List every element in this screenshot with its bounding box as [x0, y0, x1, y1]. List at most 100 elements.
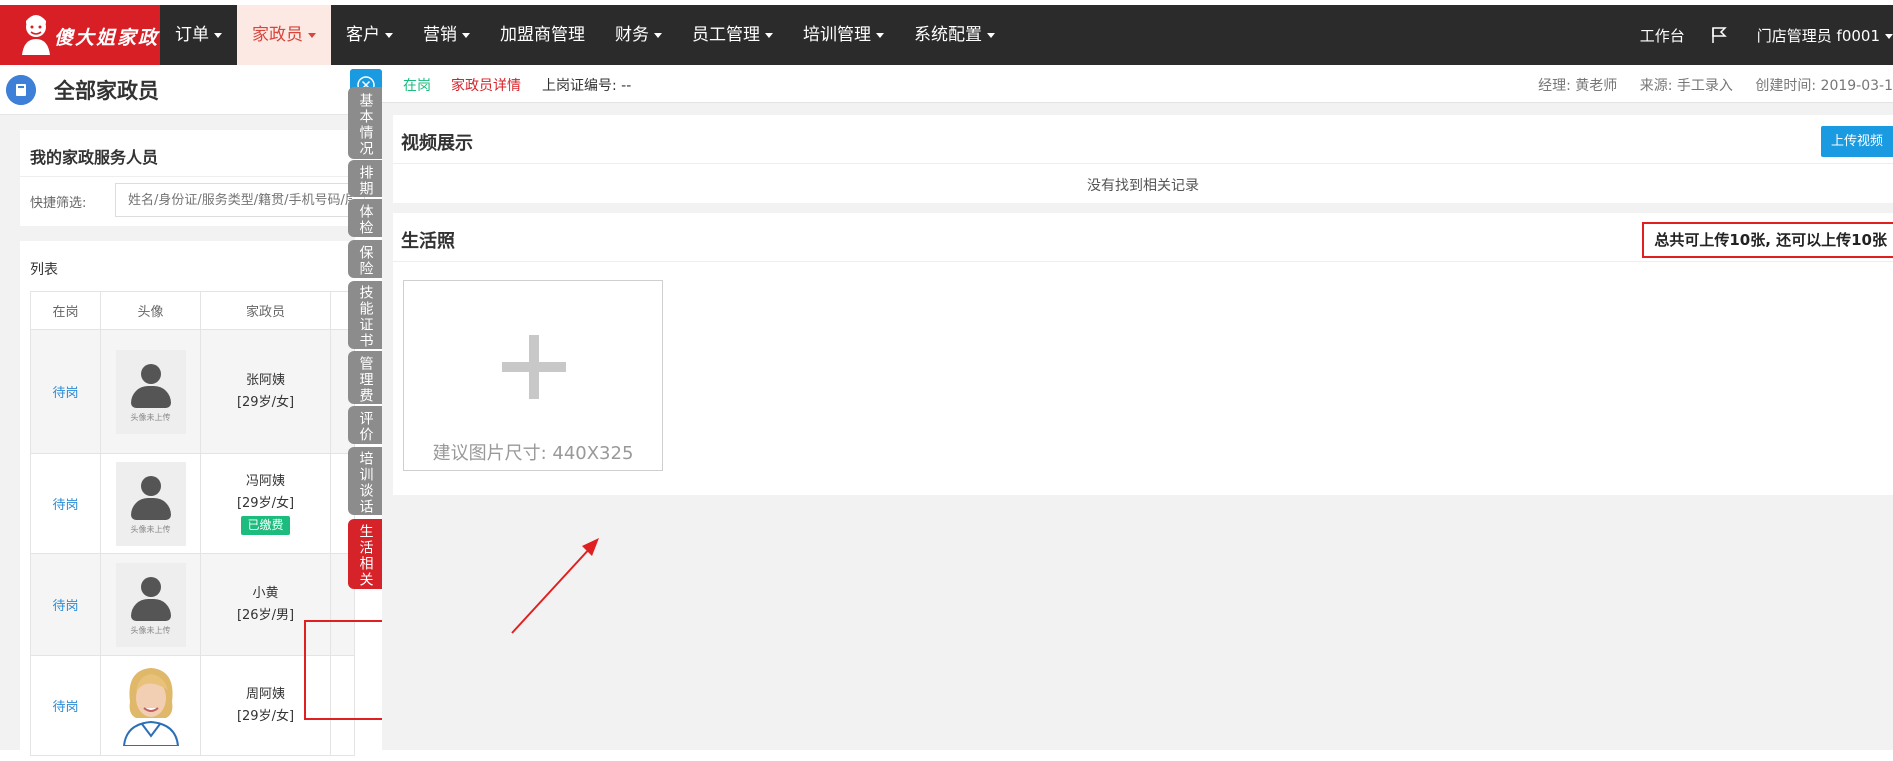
nav-item-label: 加盟商管理 — [500, 25, 585, 45]
upload-size-hint: 建议图片尺寸: 440X325 — [432, 443, 634, 464]
user-icon-body — [130, 385, 171, 408]
video-section: 视频展示 上传视频 没有找到相关记录 — [393, 115, 1893, 203]
divider — [20, 176, 355, 177]
photo-upload-box[interactable]: 建议图片尺寸: 440X325 — [403, 280, 663, 471]
chevron-down-icon — [876, 32, 884, 38]
chevron-down-icon — [214, 32, 222, 38]
staff-info: [29岁/女] — [236, 394, 295, 410]
table-row[interactable]: 待岗头像未上传 张阿姨 [29岁/女] — [30, 329, 355, 454]
column-header-status[interactable]: 在岗 — [30, 291, 101, 330]
user-icon-body — [130, 598, 171, 621]
detail-panel: 在岗 家政员详情 上岗证编号: -- 经理: 黄老师 来源: 手工录入 创建时间… — [382, 65, 1893, 750]
avatar-cell — [100, 655, 201, 756]
status-cell[interactable]: 待岗 — [30, 553, 101, 656]
avatar: 头像未上传 — [115, 349, 186, 434]
upload-video-button[interactable]: 上传视频 — [1821, 126, 1893, 157]
filter-label: 快捷筛选: — [30, 196, 87, 211]
column-header-name[interactable]: 家政员 — [200, 291, 331, 330]
tab-6[interactable]: 管理费 — [348, 351, 382, 404]
status-badge: 在岗 — [403, 78, 431, 94]
user-icon — [140, 475, 161, 496]
avatar-placeholder-text: 头像未上传 — [130, 412, 171, 422]
status-cell[interactable]: 待岗 — [30, 329, 101, 454]
chevron-down-icon — [654, 32, 662, 38]
nav-item-7[interactable]: 员工管理 — [677, 5, 788, 65]
nav-item-5[interactable]: 加盟商管理 — [485, 5, 600, 65]
top-navbar: 傻大姐家政 订单 家政员 客户 营销 加盟商管理 财务 员工管理 培训管理 系统配置 工作台 门… — [0, 5, 1893, 65]
photos-section-title: 生活照 — [401, 231, 455, 252]
tab-1[interactable]: 基本情况 — [348, 87, 382, 159]
tab-9[interactable]: 生活相关 — [348, 519, 382, 589]
tab-3[interactable]: 体检 — [348, 199, 382, 237]
tab-2[interactable]: 排期 — [348, 160, 382, 197]
staff-name[interactable]: 小黄 — [201, 583, 330, 605]
avatar-cell: 头像未上传 — [100, 553, 201, 656]
nav-item-8[interactable]: 培训管理 — [788, 5, 899, 65]
avatar-cell: 头像未上传 — [100, 453, 201, 554]
nav-item-6[interactable]: 财务 — [600, 5, 677, 65]
filter-card: 我的家政服务人员 快捷筛选: — [20, 130, 365, 226]
nav-item-4[interactable]: 营销 — [408, 5, 485, 65]
section-title: 我的家政服务人员 — [30, 148, 159, 167]
user-name: 门店管理员 f0001 — [1756, 26, 1880, 45]
brand-logo[interactable]: 傻大姐家政 — [0, 5, 160, 65]
empty-message: 没有找到相关记录 — [1087, 178, 1199, 194]
status-cell[interactable]: 待岗 — [30, 655, 101, 756]
brand-name: 傻大姐家政 — [54, 27, 160, 49]
staff-name[interactable]: 张阿姨 — [201, 370, 330, 392]
tab-4[interactable]: 保险 — [348, 240, 382, 278]
nav-item-label: 培训管理 — [803, 25, 871, 45]
upload-quota-text: 总共可上传10张, 还可以上传10张 — [1642, 222, 1893, 258]
created-time: 创建时间: 2019-03-1 — [1755, 78, 1893, 94]
detail-header: 在岗 家政员详情 上岗证编号: -- 经理: 黄老师 来源: 手工录入 创建时间… — [382, 65, 1893, 103]
divider — [393, 163, 1893, 164]
manager-text: 经理: 黄老师 — [1538, 78, 1618, 94]
name-cell: 张阿姨 [29岁/女] — [200, 329, 331, 454]
avatar: 头像未上传 — [115, 461, 186, 546]
table-header-row: 在岗 头像 家政员 — [30, 291, 355, 330]
list-title: 列表 — [30, 262, 58, 278]
notification-flag-icon[interactable] — [1711, 26, 1729, 44]
tab-7[interactable]: 评价 — [348, 406, 382, 444]
chevron-down-icon — [765, 32, 773, 38]
workbench-link[interactable]: 工作台 — [1640, 25, 1685, 46]
nav-item-label: 订单 — [175, 25, 209, 45]
chevron-down-icon — [987, 32, 995, 38]
nav-item-3[interactable]: 客户 — [331, 5, 408, 65]
avatar-placeholder-text: 头像未上传 — [130, 524, 171, 534]
book-icon — [6, 75, 36, 105]
nav-item-1[interactable]: 订单 — [160, 5, 237, 65]
left-panel-header: 全部家政员 — [0, 65, 355, 115]
chevron-down-icon — [1885, 33, 1893, 39]
staff-name[interactable]: 冯阿姨 — [201, 471, 330, 493]
chevron-down-icon — [462, 32, 470, 38]
avatar-cell: 头像未上传 — [100, 329, 201, 454]
nav-item-label: 家政员 — [252, 25, 303, 45]
tab-8[interactable]: 培训谈话 — [348, 447, 382, 515]
avatar — [115, 661, 186, 747]
divider — [393, 261, 1893, 262]
nav-item-label: 系统配置 — [914, 25, 982, 45]
avatar: 头像未上传 — [115, 562, 186, 647]
tab-5[interactable]: 技能证书 — [348, 281, 382, 349]
life-photos-section: 生活照 总共可上传10张, 还可以上传10张 建议图片尺寸: 440X325 — [393, 213, 1893, 495]
plus-icon-vertical — [529, 335, 539, 399]
breadcrumb-current: 家政员详情 — [451, 78, 521, 94]
page-title: 全部家政员 — [54, 79, 159, 103]
nav-item-label: 财务 — [615, 25, 649, 45]
chevron-down-icon — [308, 32, 316, 38]
staff-info: [29岁/女] — [236, 495, 295, 511]
table-row[interactable]: 待岗 头像未上传 冯阿姨 [29岁/女] 已缴费 — [30, 453, 355, 554]
staff-list-panel: 全部家政员 我的家政服务人员 快捷筛选: 列表 在岗 头像 家政员 待岗头像未上… — [0, 65, 365, 761]
top-right-tools: 工作台 门店管理员 f0001 — [1640, 5, 1893, 65]
status-cell[interactable]: 待岗 — [30, 453, 101, 554]
source-text: 来源: 手工录入 — [1639, 78, 1733, 94]
nav-item-label: 客户 — [346, 25, 380, 45]
user-icon — [140, 363, 161, 384]
search-input[interactable] — [115, 183, 365, 217]
nav-item-2[interactable]: 家政员 — [237, 5, 331, 65]
nav-item-9[interactable]: 系统配置 — [899, 5, 1010, 65]
meta-info: 经理: 黄老师 来源: 手工录入 创建时间: 2019-03-1 — [1520, 75, 1893, 95]
user-menu[interactable]: 门店管理员 f0001 — [1757, 25, 1893, 46]
column-header-avatar[interactable]: 头像 — [100, 291, 201, 330]
